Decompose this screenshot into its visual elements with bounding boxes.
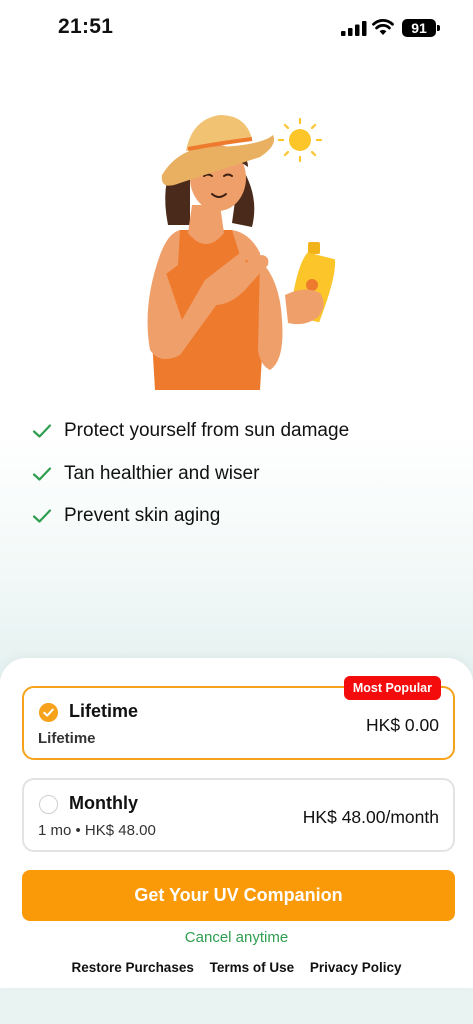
most-popular-badge: Most Popular xyxy=(343,676,441,700)
check-icon xyxy=(32,424,52,438)
feature-text: Prevent skin aging xyxy=(64,505,221,527)
plan-price: HK$ 48.00/month xyxy=(302,807,439,827)
plan-option-monthly[interactable]: Monthly 1 mo • HK$ 48.00 HK$ 48.00/month xyxy=(22,778,455,852)
woman-applying-sunscreen-illustration xyxy=(147,115,336,390)
sun-icon xyxy=(277,117,323,163)
feature-item: Protect yourself from sun damage xyxy=(32,410,452,453)
feature-item: Tan healthier and wiser xyxy=(32,453,452,496)
feature-item: Prevent skin aging xyxy=(32,495,452,538)
restore-purchases-link[interactable]: Restore Purchases xyxy=(72,960,194,975)
feature-text: Protect yourself from sun damage xyxy=(64,420,350,442)
plan-subtitle: Lifetime xyxy=(38,730,96,747)
plan-name: Lifetime xyxy=(69,701,139,721)
terms-of-use-link[interactable]: Terms of Use xyxy=(210,960,295,975)
plan-subtitle: 1 mo • HK$ 48.00 xyxy=(38,822,156,839)
status-time: 21:51 xyxy=(58,15,114,38)
battery-icon: 91 xyxy=(402,19,436,37)
radio-unchecked-icon[interactable] xyxy=(39,795,58,814)
cancel-anytime-text: Cancel anytime xyxy=(184,929,289,946)
radio-checked-icon[interactable] xyxy=(39,703,58,722)
check-icon xyxy=(32,467,52,481)
privacy-policy-link[interactable]: Privacy Policy xyxy=(310,960,402,975)
paywall-sheet: Most Popular Lifetime Lifetime HK$ 0.00 … xyxy=(0,658,473,988)
plan-option-lifetime[interactable]: Most Popular Lifetime Lifetime HK$ 0.00 xyxy=(22,676,455,760)
check-icon xyxy=(32,509,52,523)
cellular-signal-icon xyxy=(341,21,367,36)
feature-list: Protect yourself from sun damage Tan hea… xyxy=(32,410,452,538)
status-bar: 21:51 91 xyxy=(0,0,473,56)
get-uv-companion-button[interactable]: Get Your UV Companion xyxy=(22,870,455,921)
wifi-icon xyxy=(372,19,394,35)
plan-name: Monthly xyxy=(69,793,138,813)
battery-tip xyxy=(437,25,440,31)
footer-links: Restore Purchases Terms of Use Privacy P… xyxy=(0,960,473,975)
plan-price: HK$ 0.00 xyxy=(366,715,439,735)
feature-text: Tan healthier and wiser xyxy=(64,462,260,484)
